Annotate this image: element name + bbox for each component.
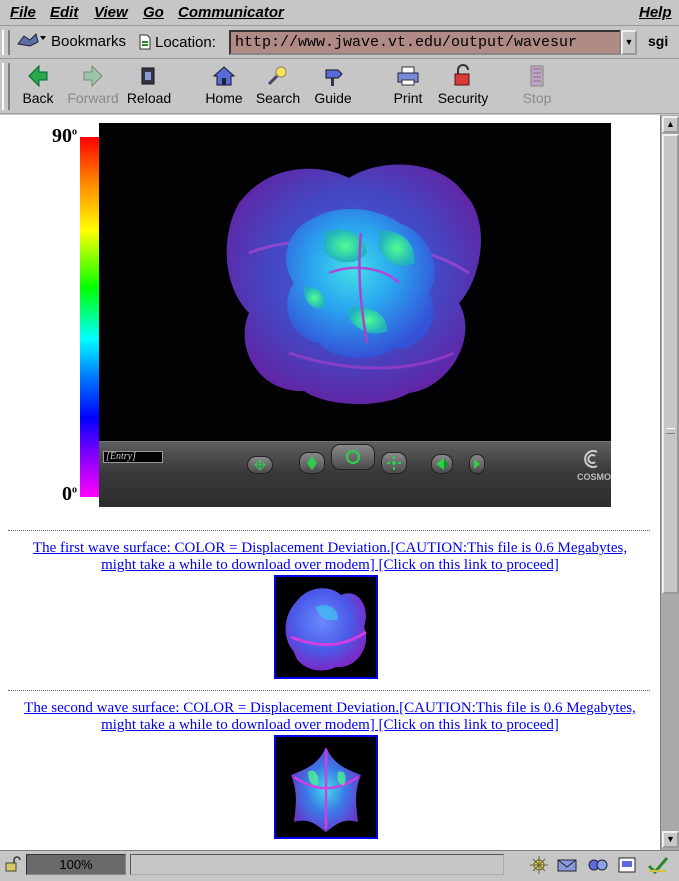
security-status-indicator[interactable] [4, 855, 22, 873]
page-content: 90o 0o [Entry] COSMO The first wave surf… [0, 115, 660, 850]
home-icon [212, 66, 236, 86]
home-button[interactable]: Home [202, 62, 246, 112]
search-icon [267, 66, 287, 86]
color-scale-bar [80, 137, 100, 497]
viewpoint-selector[interactable]: [Entry] [103, 451, 163, 463]
bookmarks-icon [17, 33, 46, 47]
vrml-zoom-button[interactable] [247, 456, 273, 474]
print-button[interactable]: Print [388, 62, 428, 112]
security-button[interactable]: Security [436, 62, 490, 112]
wave-surface-2-thumbnail[interactable] [274, 735, 378, 839]
mail-component-button[interactable] [556, 854, 578, 876]
mail-icon [557, 859, 577, 872]
vrml-control-panel: [Entry] COSMO [99, 441, 611, 507]
toolbar-grip[interactable] [2, 63, 10, 110]
status-message [130, 854, 504, 875]
vrml-pan-button[interactable] [381, 452, 407, 474]
url-input[interactable]: http://www.jwave.vt.edu/output/wavesur [229, 30, 621, 55]
search-button[interactable]: Search [254, 62, 302, 112]
wave-surface-render[interactable] [99, 123, 611, 441]
bookmarks-button[interactable]: Bookmarks [16, 32, 126, 50]
location-label: Location: [138, 33, 216, 51]
horizontal-rule [8, 530, 650, 531]
vrml-previous-viewpoint-button[interactable] [431, 454, 453, 474]
wave-surface-2-link-block: The second wave surface: COLOR = Displac… [20, 700, 640, 734]
cosmo-swirl-icon [584, 450, 598, 468]
sgi-logo: sgi [648, 33, 669, 49]
vrml-rotate-button[interactable] [331, 444, 375, 470]
pan-icon [387, 456, 401, 470]
discussions-component-button[interactable] [586, 854, 608, 876]
checkmark-component-button[interactable] [646, 854, 669, 876]
menu-communicator[interactable]: Communicator [178, 4, 284, 21]
menu-help[interactable]: Help [639, 4, 672, 21]
scroll-up-button[interactable]: ▲ [662, 116, 679, 133]
wave-surface-1-preview-image [285, 588, 367, 671]
guide-button[interactable]: Guide [312, 62, 354, 112]
menu-view[interactable]: View [94, 4, 128, 21]
composer-icon [618, 857, 636, 873]
back-button[interactable]: Back [18, 62, 58, 112]
composer-component-button[interactable] [616, 854, 638, 876]
horizontal-rule [8, 690, 650, 691]
vrml-walk-button[interactable] [299, 452, 325, 474]
toolbar-grip[interactable] [2, 30, 10, 55]
reload-button[interactable]: Reload [126, 62, 172, 112]
location-toolbar: Bookmarks Location: http://www.jwave.vt.… [0, 27, 679, 59]
cosmo-player-logo: COSMO [577, 448, 611, 482]
arrow-down-icon: ▼ [666, 834, 675, 844]
menu-bar: File Edit View Go Communicator Help [0, 0, 679, 26]
back-arrow-icon [28, 64, 48, 88]
colorbar-min-label: 0o [62, 483, 77, 505]
menu-edit[interactable]: Edit [50, 4, 78, 21]
colorbar-max-label: 90o [52, 125, 77, 147]
wave-surface-2-preview-image [291, 747, 361, 832]
menu-file[interactable]: File [10, 4, 36, 21]
url-dropdown-button[interactable]: ▼ [621, 30, 637, 55]
crosshair-icon [254, 459, 266, 471]
vrml-next-viewpoint-button[interactable] [469, 454, 485, 474]
forward-button[interactable]: Forward [66, 62, 120, 112]
rotate-icon [346, 450, 360, 464]
stop-icon [530, 65, 544, 87]
vrml-viewer[interactable]: [Entry] COSMO [99, 123, 611, 507]
padlock-icon [454, 64, 470, 86]
scroll-thumb[interactable] [662, 134, 679, 594]
next-viewpoint-icon [474, 459, 480, 469]
status-bar: 100% [0, 850, 679, 878]
discussions-icon [588, 859, 608, 871]
forward-arrow-icon [83, 64, 103, 88]
navigation-toolbar: Back Forward Reload Home Search Guide Pr… [0, 60, 679, 114]
menu-go[interactable]: Go [143, 4, 164, 21]
scroll-down-button[interactable]: ▼ [662, 831, 679, 848]
previous-viewpoint-icon [436, 458, 448, 470]
navigator-icon [530, 856, 548, 874]
load-progress-bar: 100% [26, 854, 126, 875]
walk-arrows-icon [307, 456, 317, 470]
chevron-down-icon: ▼ [624, 37, 634, 47]
wave-surface-1-thumbnail[interactable] [274, 575, 378, 679]
checkmark-icon [647, 857, 669, 875]
reload-icon [141, 67, 155, 85]
arrow-up-icon: ▲ [666, 119, 675, 129]
wave-surface-2-link[interactable]: The second wave surface: COLOR = Displac… [24, 700, 636, 733]
wave-surface-1-link-block: The first wave surface: COLOR = Displace… [20, 540, 640, 574]
vertical-scrollbar[interactable]: ▲ ▼ [660, 115, 679, 850]
stop-button[interactable]: Stop [520, 62, 554, 112]
guide-icon [325, 69, 343, 86]
wave-surface-1-link[interactable]: The first wave surface: COLOR = Displace… [33, 540, 627, 573]
scroll-grip [666, 428, 675, 434]
page-proxy-icon[interactable] [138, 33, 152, 51]
navigator-component-button[interactable] [528, 854, 550, 876]
printer-icon [397, 66, 419, 86]
unlocked-padlock-icon [5, 856, 21, 872]
